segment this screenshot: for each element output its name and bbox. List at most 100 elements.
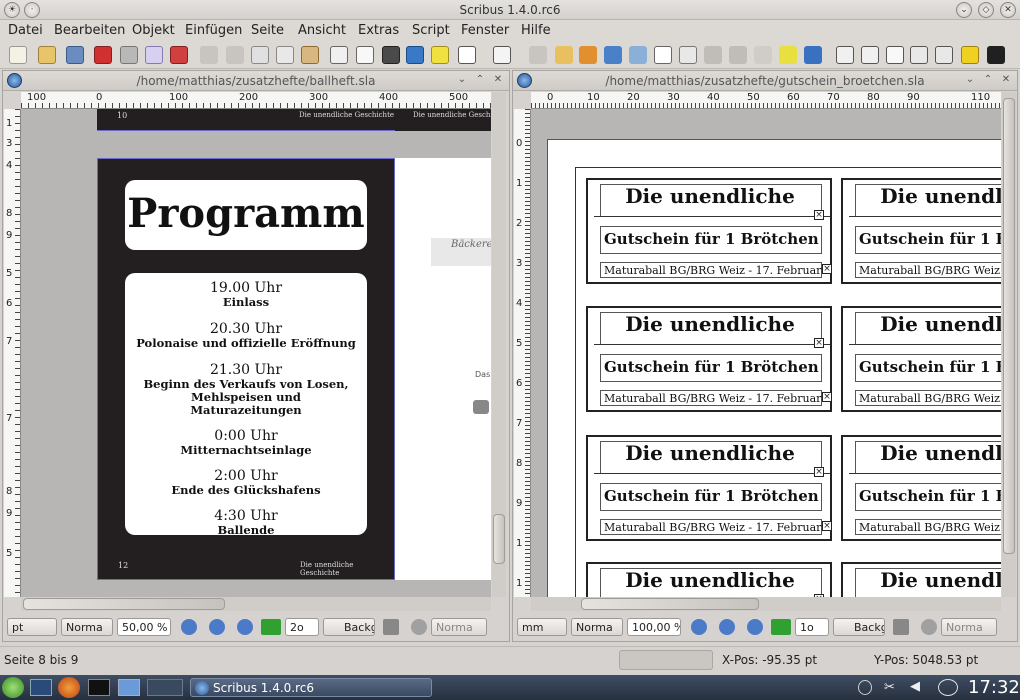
voucher-card[interactable]: Die unendliche×Gutschein für 1 BrötchenM… [841,178,1001,284]
page-13[interactable]: Bäckerei Das [395,158,491,580]
doc-minimize-icon[interactable]: ⌄ [963,73,977,87]
image-mode-select[interactable]: Norma [61,618,113,636]
pdf-textfield-icon[interactable] [861,46,879,64]
freehand-icon[interactable] [579,46,597,64]
render-frame-icon[interactable] [406,46,424,64]
edit-text-icon[interactable] [654,46,672,64]
close-button[interactable]: ✕ [1000,2,1016,18]
menu-seite[interactable]: Seite [251,23,284,38]
voucher-card[interactable]: Die unendliche×Gutschein für 1 BrötchenM… [586,562,832,597]
preview-mode-icon[interactable] [893,619,909,635]
eye-icon[interactable] [411,619,427,635]
bezier-icon[interactable] [555,46,573,64]
zoom-100-icon[interactable] [719,619,735,635]
start-menu-icon[interactable] [2,677,24,698]
task-scribus[interactable]: Scribus 1.4.0.rc6 [190,678,432,697]
voucher-card[interactable]: Die unendliche×Gutschein für 1 BrötchenM… [841,562,1001,597]
zoom-tool-icon[interactable] [629,46,647,64]
horizontal-scrollbar-left[interactable] [21,597,491,611]
cut-icon[interactable] [251,46,269,64]
visual-mode-select[interactable]: Norma [941,618,997,636]
scroll-thumb[interactable] [23,598,225,610]
pdf-checkbox-icon[interactable] [886,46,904,64]
voucher-card[interactable]: Die unendliche×Gutschein für 1 BrötchenM… [586,178,832,284]
volume-icon[interactable]: ◀ [910,679,928,695]
menu-hilfe[interactable]: Hilfe [521,23,551,38]
voucher-page[interactable]: Die unendliche × Gutschein für 1 Brötchen M… [547,139,1001,597]
eyedropper-icon[interactable] [804,46,822,64]
menu-fenster[interactable]: Fenster [461,23,509,38]
menu-einfuegen[interactable]: Einfügen [185,23,242,38]
link-annotation-icon[interactable] [987,46,1005,64]
paste-icon[interactable] [301,46,319,64]
select-tool-icon[interactable] [330,46,348,64]
doc-maximize-icon[interactable]: ⌃ [473,73,487,87]
pdf-export-icon[interactable] [170,46,188,64]
text-frame-icon[interactable] [356,46,374,64]
vertical-ruler-right[interactable]: 0 1 2 3 4 5 6 7 8 9 1 1 [514,109,531,597]
link-frames-icon[interactable] [704,46,722,64]
horizontal-ruler-right[interactable]: 0 10 20 30 40 50 60 70 80 90 110 [531,92,1001,109]
print-icon[interactable] [120,46,138,64]
zoom-input[interactable]: 50,00 % [117,618,171,636]
undo-icon[interactable] [200,46,218,64]
desktop-icon[interactable] [30,679,52,696]
vertical-scrollbar-right[interactable] [1002,92,1016,597]
polygon-icon[interactable] [493,46,511,64]
menu-script[interactable]: Script [412,23,450,38]
layer-select[interactable]: Backgr [833,618,885,636]
unlink-frames-icon[interactable] [729,46,747,64]
firefox-icon[interactable] [58,677,80,698]
pager-icon[interactable] [147,679,183,696]
pdf-combobox-icon[interactable] [910,46,928,64]
voucher-card[interactable]: Die unendliche×Gutschein für 1 BrötchenM… [586,435,832,541]
layer-select[interactable]: Backgr [323,618,375,636]
page-select[interactable]: 1o [795,618,829,636]
horizontal-scrollbar-right[interactable] [531,597,1001,611]
page-select[interactable]: 2o [285,618,319,636]
zoom-in-icon[interactable] [237,619,253,635]
measure-icon[interactable] [754,46,772,64]
network-icon[interactable] [938,679,958,696]
scroll-thumb[interactable] [1003,98,1015,554]
doc-close-icon[interactable]: ✕ [491,73,505,87]
line-icon[interactable] [529,46,547,64]
menu-objekt[interactable]: Objekt [132,23,175,38]
maximize-button[interactable]: ◇ [978,2,994,18]
pdf-listbox-icon[interactable] [935,46,953,64]
scroll-thumb[interactable] [493,514,505,564]
redo-icon[interactable] [226,46,244,64]
file-manager-icon[interactable] [118,679,140,696]
zoom-in-icon[interactable] [747,619,763,635]
voucher-card[interactable]: Die unendliche×Gutschein für 1 BrötchenM… [841,435,1001,541]
text-annotation-icon[interactable] [961,46,979,64]
voucher-card[interactable]: Die unendliche×Gutschein für 1 BrötchenM… [841,306,1001,412]
horizontal-ruler-left[interactable]: 100 0 100 200 300 400 500 [21,92,491,109]
menu-extras[interactable]: Extras [358,23,399,38]
open-folder-icon[interactable] [38,46,56,64]
image-mode-select[interactable]: Norma [571,618,623,636]
voucher-card[interactable]: Die unendliche×Gutschein für 1 BrötchenM… [586,306,832,412]
shape-icon[interactable] [458,46,476,64]
menu-datei[interactable]: Datei [8,23,43,38]
zoom-100-icon[interactable] [209,619,225,635]
page-12-program[interactable]: Programm 19.00 Uhr Einlass 20.30 Uhr Pol… [97,158,395,580]
canvas-left[interactable]: 10 Die unendliche Geschichte Die unendli… [21,109,491,597]
scissors-icon[interactable]: ✂ [884,680,900,695]
new-document-icon[interactable] [9,46,27,64]
visual-mode-select[interactable]: Norma [431,618,487,636]
vertical-ruler-left[interactable]: 1 3 4 8 9 5 6 7 7 8 9 5 [4,109,21,597]
story-editor-icon[interactable] [679,46,697,64]
image-frame-icon[interactable] [382,46,400,64]
eye-icon[interactable] [921,619,937,635]
terminal-icon[interactable] [88,679,110,696]
pdf-button-icon[interactable] [836,46,854,64]
copy-icon[interactable] [276,46,294,64]
save-icon[interactable] [66,46,84,64]
first-page-icon[interactable] [771,619,791,635]
units-select[interactable]: mm [517,618,567,636]
close-document-icon[interactable] [94,46,112,64]
info-icon[interactable] [858,680,872,695]
zoom-out-icon[interactable] [691,619,707,635]
copy-properties-icon[interactable] [779,46,797,64]
